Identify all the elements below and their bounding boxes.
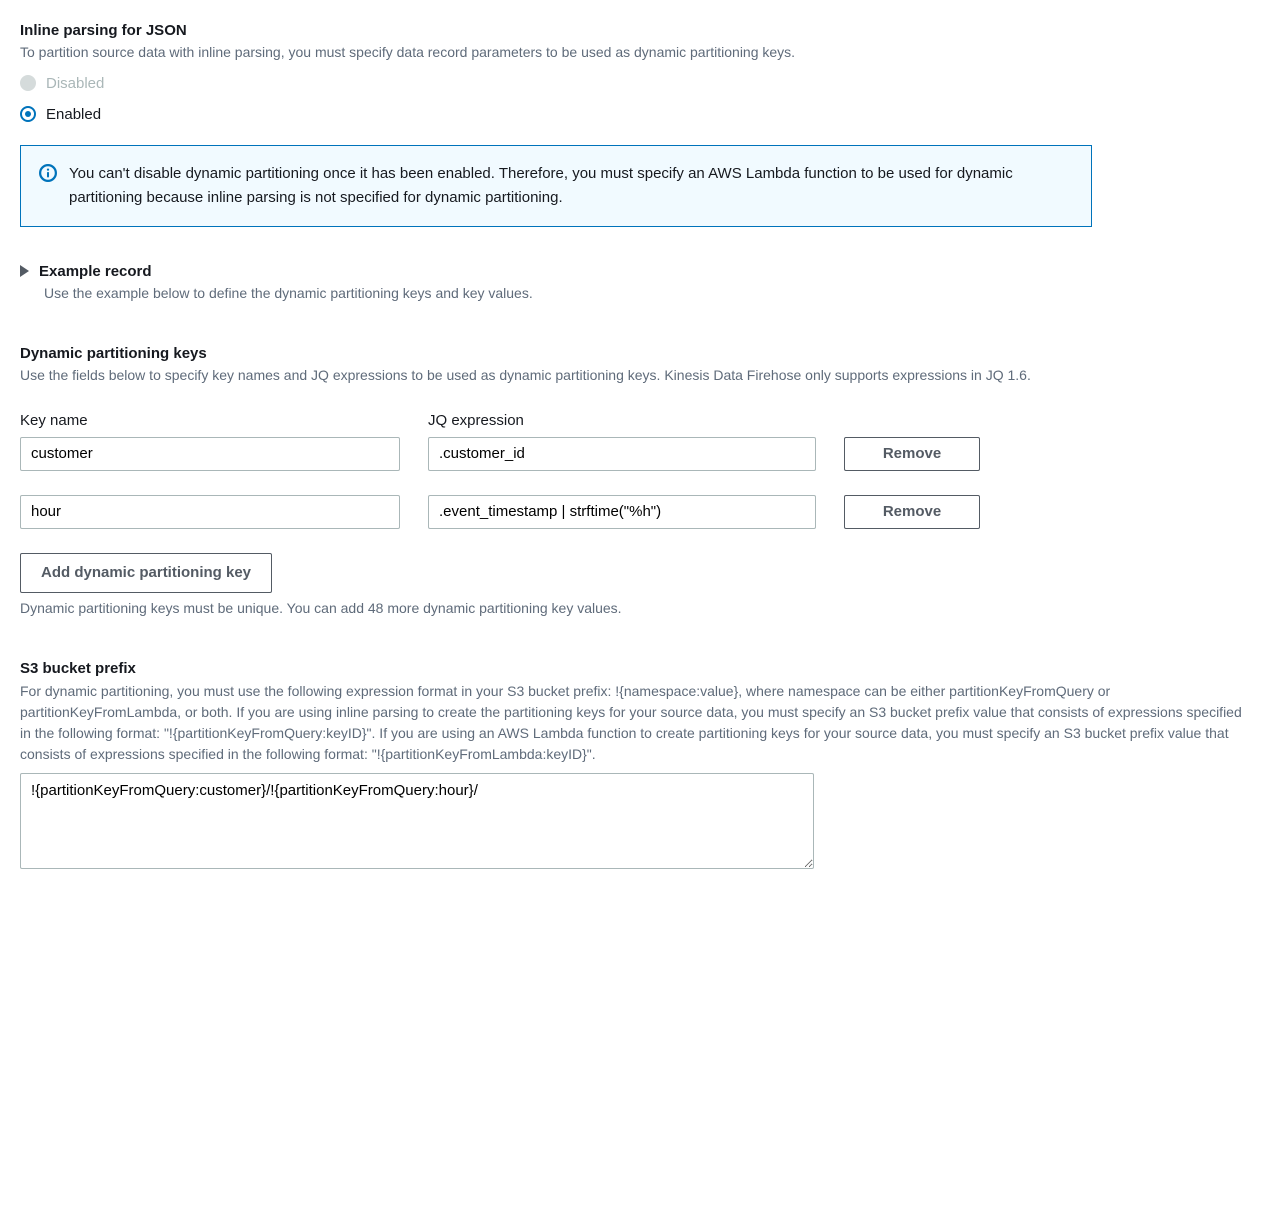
radio-label-disabled: Disabled — [46, 73, 104, 94]
remove-button[interactable]: Remove — [844, 437, 980, 471]
inline-parsing-radio-group: Disabled Enabled — [20, 73, 1254, 125]
jq-expression-header: JQ expression — [428, 410, 816, 431]
partition-keys-description: Use the fields below to specify key name… — [20, 366, 1254, 386]
radio-disabled: Disabled — [20, 73, 1254, 94]
s3-prefix-input[interactable] — [20, 773, 814, 869]
s3-prefix-description: For dynamic partitioning, you must use t… — [20, 681, 1254, 765]
info-icon — [39, 164, 57, 210]
partition-key-row: Remove — [20, 437, 1254, 471]
key-name-input[interactable] — [20, 495, 400, 529]
info-alert-text: You can't disable dynamic partitioning o… — [69, 162, 1073, 210]
partition-keys-header: Key name JQ expression — [20, 410, 1254, 431]
key-name-header: Key name — [20, 410, 400, 431]
radio-enabled[interactable]: Enabled — [20, 104, 1254, 125]
example-record-title: Example record — [39, 261, 152, 282]
radio-label-enabled: Enabled — [46, 104, 101, 125]
partition-keys-title: Dynamic partitioning keys — [20, 343, 1254, 364]
jq-expression-input[interactable] — [428, 437, 816, 471]
inline-parsing-title: Inline parsing for JSON — [20, 20, 1254, 41]
partition-key-row: Remove — [20, 495, 1254, 529]
example-record-description: Use the example below to define the dyna… — [44, 284, 1254, 304]
inline-parsing-description: To partition source data with inline par… — [20, 43, 1254, 63]
radio-icon-enabled — [20, 106, 36, 122]
remove-button[interactable]: Remove — [844, 495, 980, 529]
radio-icon-disabled — [20, 75, 36, 91]
info-alert: You can't disable dynamic partitioning o… — [20, 145, 1092, 227]
radio-dot — [25, 111, 31, 117]
example-record-toggle[interactable]: Example record — [20, 261, 1254, 282]
partition-keys-hint: Dynamic partitioning keys must be unique… — [20, 599, 1254, 619]
chevron-right-icon — [20, 265, 29, 277]
s3-prefix-title: S3 bucket prefix — [20, 658, 1254, 679]
jq-expression-input[interactable] — [428, 495, 816, 529]
key-name-input[interactable] — [20, 437, 400, 471]
add-partition-key-button[interactable]: Add dynamic partitioning key — [20, 553, 272, 593]
